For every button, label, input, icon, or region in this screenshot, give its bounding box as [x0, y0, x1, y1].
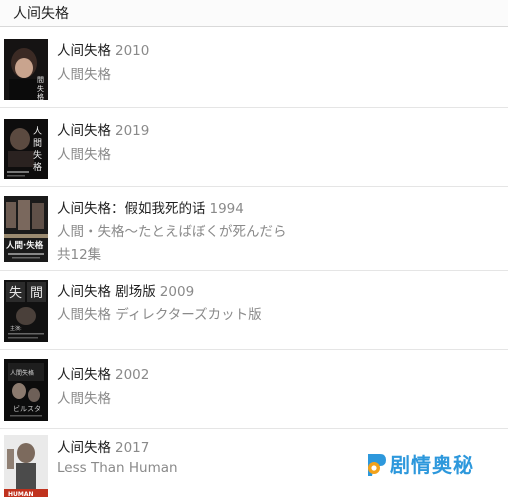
- watermark-text: 剧情奥秘: [390, 452, 474, 477]
- movie-title-line[interactable]: 人间失格 2017: [57, 436, 149, 456]
- svg-text:人: 人: [33, 126, 42, 137]
- movie-year: 2010: [115, 43, 150, 59]
- svg-text:ビルスタ: ビルスタ: [13, 404, 41, 413]
- svg-text:人間·失格: 人間·失格: [6, 240, 44, 251]
- movie-poster[interactable]: 人 間 失 格: [4, 119, 48, 179]
- movie-poster[interactable]: 人間失格 ビルスタ: [4, 359, 48, 421]
- movie-original-title: 人間失格 ディレクターズカット版: [57, 307, 262, 323]
- episode-count: 共12集: [57, 247, 102, 263]
- movie-year: 2009: [159, 284, 195, 300]
- movie-original-title: 人間失格: [57, 147, 111, 163]
- movie-title-line[interactable]: 人间失格 2019: [57, 119, 149, 139]
- movie-original-title: 人間失格: [57, 391, 111, 407]
- movie-original-title: Less Than Human: [57, 460, 178, 476]
- list-item[interactable]: 人間失格 ビルスタ 人间失格 2002 人間失格: [0, 350, 508, 429]
- svg-text:間: 間: [37, 76, 44, 84]
- movie-year: 2017: [115, 440, 150, 456]
- search-query-title: 人间失格: [13, 6, 69, 22]
- movie-year: 2002: [115, 367, 150, 383]
- svg-text:HUMAN: HUMAN: [8, 491, 34, 497]
- movie-title: 人间失格: [57, 367, 111, 383]
- list-item[interactable]: 失 間 主演: 人间失格 剧场版 2009 人間失格 ディレクターズカット版: [0, 271, 508, 350]
- watermark-logo-icon: [364, 446, 388, 480]
- svg-text:失: 失: [37, 84, 44, 93]
- movie-title: 人间失格: [57, 43, 111, 59]
- movie-title-line[interactable]: 人间失格 2002: [57, 363, 149, 383]
- movie-title-line[interactable]: 人间失格 2010: [57, 39, 149, 59]
- list-item[interactable]: 間 失 格 人间失格 2010 人間失格: [0, 27, 508, 108]
- movie-poster[interactable]: 間 失 格: [4, 39, 48, 100]
- svg-text:間: 間: [30, 286, 43, 301]
- svg-text:人間失格: 人間失格: [10, 369, 34, 377]
- movie-year: 1994: [209, 201, 244, 217]
- watermark: 剧情奥秘: [364, 446, 474, 480]
- movie-original-title: 人間・失格〜たとえばぼくが死んだら: [57, 224, 287, 240]
- svg-text:格: 格: [33, 161, 42, 173]
- movie-title: 人间失格 剧场版: [57, 284, 156, 300]
- svg-text:失: 失: [9, 286, 22, 301]
- movie-result-list: 間 失 格 人间失格 2010 人間失格 人 間 失 格 人间失格 2019 人…: [0, 27, 508, 497]
- movie-title: 人间失格: [57, 440, 111, 456]
- svg-text:失: 失: [33, 149, 42, 161]
- movie-year: 2019: [115, 123, 150, 139]
- list-item[interactable]: 人 間 失 格 人间失格 2019 人間失格: [0, 108, 508, 187]
- search-header: 人间失格: [0, 0, 508, 27]
- movie-title: 人间失格：假如我死的话: [57, 201, 206, 217]
- svg-text:格: 格: [37, 92, 44, 100]
- movie-title-line[interactable]: 人间失格 剧场版 2009: [57, 280, 194, 300]
- movie-poster[interactable]: HUMAN: [4, 435, 48, 497]
- movie-poster[interactable]: 人間·失格: [4, 196, 48, 262]
- movie-title-line[interactable]: 人间失格：假如我死的话 1994: [57, 197, 244, 217]
- svg-text:間: 間: [33, 138, 42, 149]
- movie-original-title: 人間失格: [57, 67, 111, 83]
- movie-title: 人间失格: [57, 123, 111, 139]
- list-item[interactable]: 人間·失格 人间失格：假如我死的话 1994 人間・失格〜たとえばぼくが死んだら …: [0, 187, 508, 271]
- movie-poster[interactable]: 失 間 主演:: [4, 280, 48, 342]
- svg-text:主演:: 主演:: [10, 325, 22, 332]
